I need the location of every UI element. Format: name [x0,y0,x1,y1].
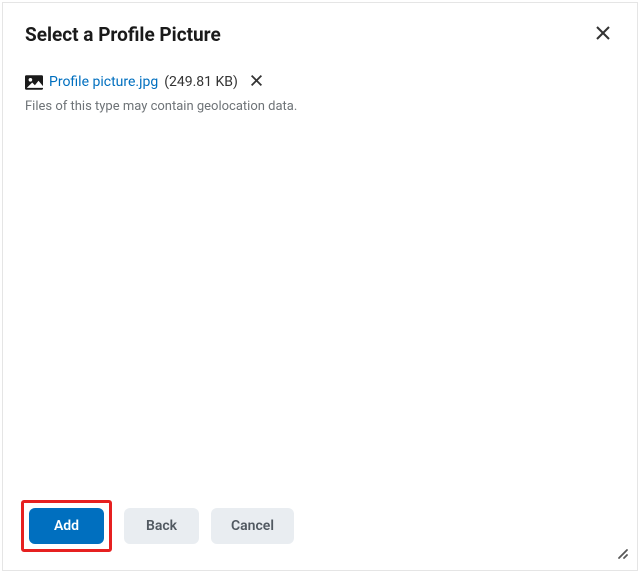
back-button[interactable]: Back [124,508,199,544]
resize-icon [613,544,629,564]
remove-file-button[interactable] [248,72,265,92]
resize-handle[interactable] [613,544,629,564]
dialog-body: Profile picture.jpg (249.81 KB) Files of… [3,64,637,486]
dialog-title: Select a Profile Picture [25,23,221,46]
file-row: Profile picture.jpg (249.81 KB) [25,72,615,92]
dialog-header: Select a Profile Picture [3,3,637,64]
close-button[interactable] [591,21,615,48]
geolocation-warning: Files of this type may contain geolocati… [25,99,615,114]
close-icon [595,25,611,44]
add-button-highlight: Add [21,500,112,552]
close-icon [250,74,263,90]
profile-picture-dialog: Select a Profile Picture Profile picture… [2,2,638,571]
cancel-button[interactable]: Cancel [211,508,294,544]
image-icon [25,75,43,90]
file-size: (249.81 KB) [164,74,238,90]
add-button[interactable]: Add [29,508,104,544]
dialog-footer: Add Back Cancel [3,486,637,570]
file-name-link[interactable]: Profile picture.jpg [49,74,158,90]
